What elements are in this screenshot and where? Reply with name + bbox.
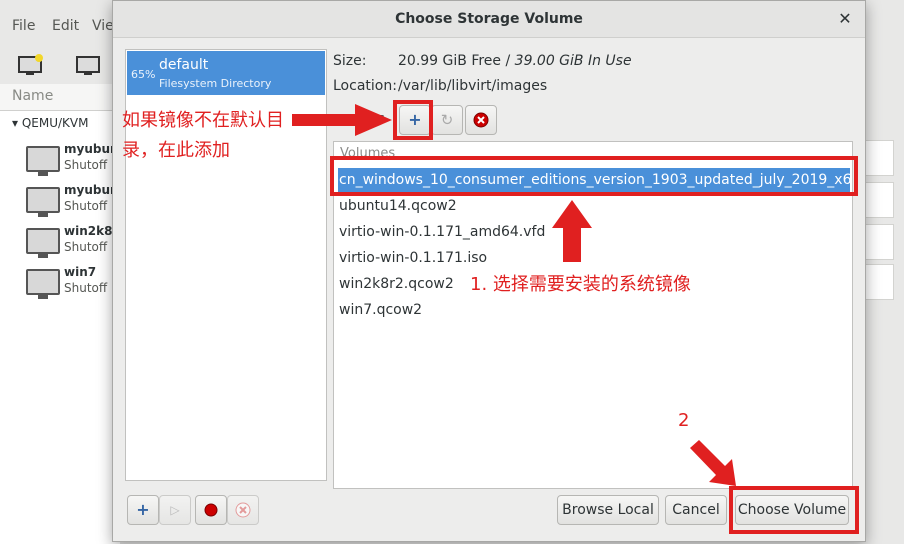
annotation-arrows xyxy=(292,104,736,486)
arrow-right-icon xyxy=(292,104,392,136)
arrow-up-icon xyxy=(552,200,592,262)
arrow-diagonal-icon xyxy=(690,440,736,486)
